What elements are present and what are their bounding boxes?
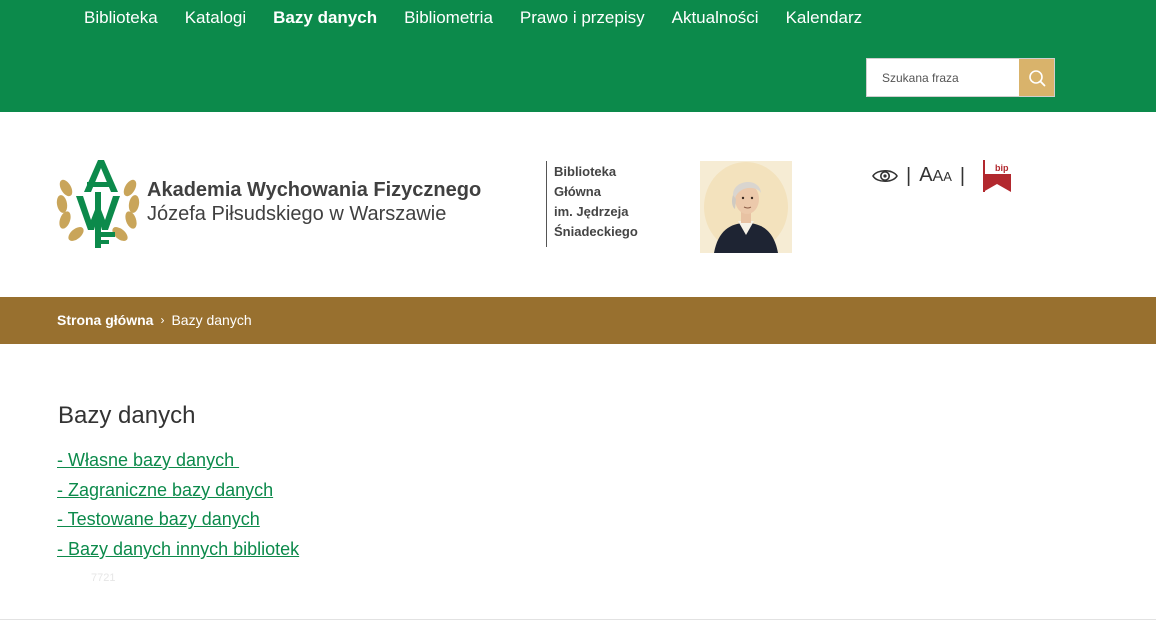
search-icon bbox=[1028, 69, 1045, 86]
library-name[interactable]: Biblioteka Główna im. Jędrzeja Śniadecki… bbox=[554, 162, 638, 242]
link-foreign-databases[interactable]: - Zagraniczne bazy danych bbox=[57, 476, 299, 506]
library-name-line1: Biblioteka bbox=[554, 164, 617, 179]
nav-item-katalogi[interactable]: Katalogi bbox=[185, 7, 246, 29]
nav-item-bibliometria[interactable]: Bibliometria bbox=[404, 7, 493, 29]
patron-portrait bbox=[700, 161, 792, 253]
library-name-line2: Główna bbox=[554, 184, 601, 199]
nav-item-bazy-danych[interactable]: Bazy danych bbox=[273, 7, 377, 29]
nav-item-biblioteka[interactable]: Biblioteka bbox=[84, 7, 158, 29]
library-name-line3: im. Jędrzeja bbox=[554, 204, 629, 219]
bip-label: bip bbox=[995, 163, 1009, 173]
faint-counter-text: 7721 bbox=[91, 572, 116, 584]
font-size-large: A bbox=[919, 164, 933, 186]
link-other-libraries-databases[interactable]: - Bazy danych innych bibliotek bbox=[57, 535, 299, 565]
library-name-line4: Śniadeckiego bbox=[554, 224, 638, 239]
breadcrumb-home-link[interactable]: Strona główna bbox=[57, 312, 153, 328]
tools-separator: | bbox=[959, 165, 966, 187]
portrait-image-icon bbox=[704, 162, 788, 253]
main-menu: Biblioteka Katalogi Bazy danych Bibliome… bbox=[84, 7, 889, 29]
awf-logo-icon[interactable] bbox=[56, 158, 140, 250]
search-box bbox=[866, 58, 1055, 97]
organization-name[interactable]: Akademia Wychowania Fizycznego Józefa Pi… bbox=[147, 178, 481, 226]
breadcrumb-bar: Strona główna › Bazy danych bbox=[0, 297, 1156, 344]
font-size-medium: A bbox=[932, 168, 944, 185]
chevron-right-icon: › bbox=[160, 313, 165, 327]
top-navigation-bar: Biblioteka Katalogi Bazy danych Bibliome… bbox=[0, 0, 1156, 112]
accessibility-tools: | AAA | bip bbox=[872, 160, 1012, 192]
page-title: Bazy danych bbox=[58, 402, 196, 429]
organization-name-line1: Akademia Wychowania Fizycznego bbox=[147, 179, 482, 201]
organization-name-line2: Józefa Piłsudskiego w Warszawie bbox=[147, 203, 447, 225]
search-input[interactable] bbox=[867, 59, 1019, 96]
database-links-list: - Własne bazy danych - Zagraniczne bazy … bbox=[57, 446, 299, 565]
breadcrumb: Strona główna › Bazy danych bbox=[57, 312, 252, 328]
nav-item-kalendarz[interactable]: Kalendarz bbox=[786, 7, 863, 29]
header-divider bbox=[546, 161, 547, 247]
breadcrumb-current: Bazy danych bbox=[171, 312, 252, 328]
eye-icon[interactable] bbox=[872, 167, 898, 185]
tools-separator: | bbox=[906, 165, 912, 187]
nav-item-prawo-i-przepisy[interactable]: Prawo i przepisy bbox=[520, 7, 645, 29]
link-tested-databases[interactable]: - Testowane bazy danych bbox=[57, 505, 299, 535]
search-button[interactable] bbox=[1019, 59, 1054, 96]
font-size-small: A bbox=[943, 169, 952, 184]
nav-item-aktualnosci[interactable]: Aktualności bbox=[672, 7, 759, 29]
footer-divider bbox=[0, 619, 1156, 620]
link-own-databases[interactable]: - Własne bazy danych bbox=[57, 446, 299, 476]
font-size-toggle[interactable]: AAA bbox=[919, 161, 952, 191]
bip-icon[interactable]: bip bbox=[983, 160, 1012, 192]
